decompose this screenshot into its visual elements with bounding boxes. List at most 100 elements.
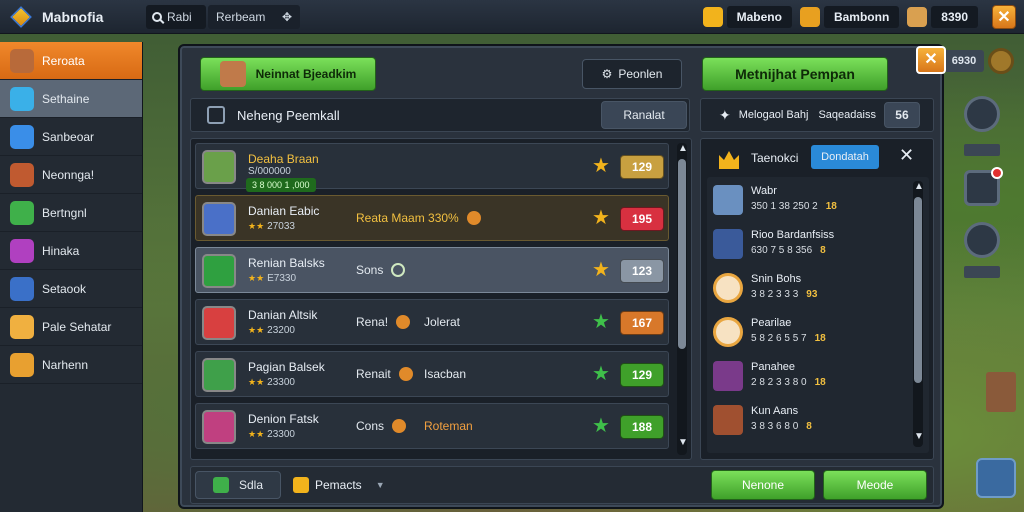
- player-row[interactable]: Danian Eabic ★★ 27033 Reata Maam 330% ★ 195: [195, 195, 669, 241]
- sidebar-item[interactable]: Narhenn: [0, 346, 142, 384]
- right-header: ✦ Melogaol Bahj Saqeadaiss 56: [700, 98, 934, 132]
- favorite-star-icon[interactable]: ★: [592, 364, 610, 384]
- sidebar-item[interactable]: Pale Sehatar: [0, 308, 142, 346]
- gold-resource[interactable]: Mabeno: [702, 5, 792, 28]
- player-row[interactable]: Denion Fatsk ★★ 23300 Cons Roteman ★ 188: [195, 403, 669, 449]
- panel-close-button[interactable]: ✕: [916, 46, 946, 74]
- ranking-entry[interactable]: Kun Aans 3 8 3 6 8 0 8: [713, 401, 913, 441]
- ranking-entry[interactable]: Pearilae 5 8 2 6 5 5 7 18: [713, 313, 913, 353]
- hero-tab-button[interactable]: Neinnat Bjeadkim: [200, 57, 376, 91]
- world-action-button[interactable]: [976, 458, 1016, 498]
- main-panel: Neinnat Bjeadkim ⚙ Peonlen Metnijhat Pem…: [178, 44, 946, 509]
- favorite-star-icon[interactable]: ★: [592, 416, 610, 436]
- ranking-entry-stats: 630 7 5 8 356 8: [751, 245, 826, 256]
- scroll-down-icon[interactable]: ▼: [678, 437, 688, 448]
- bottom-button-1[interactable]: Nenone: [711, 470, 815, 500]
- row-action[interactable]: Reata Maam 330%: [356, 211, 489, 225]
- hand-icon: [10, 314, 34, 339]
- player-sub-line: ★★ 23300: [248, 429, 295, 440]
- ranking-tab[interactable]: Dondatah: [811, 145, 879, 169]
- location-selector[interactable]: Rerbeam ✥: [208, 4, 300, 29]
- world-profile-label: [964, 144, 1000, 156]
- skull-avatar-icon: [713, 273, 743, 303]
- shield-gold-icon: [293, 477, 309, 493]
- ranking-list: Kun Aans 3 8 3 6 8 0 8 Panahee 2 8 2 3 3 8 0…: [707, 177, 929, 453]
- world-quest-button[interactable]: [964, 167, 1003, 206]
- world-chat-button[interactable]: [964, 222, 1000, 258]
- right-head-count[interactable]: 56: [883, 102, 920, 128]
- favorite-star-icon[interactable]: ★: [592, 156, 610, 176]
- favorite-star-icon[interactable]: ★: [592, 312, 610, 332]
- ranking-scroll-down-icon[interactable]: ▼: [914, 431, 924, 442]
- ranking-entry[interactable]: Rioo Bardanfsiss 630 7 5 8 356 8: [713, 225, 913, 265]
- warrior-avatar-icon: [713, 405, 743, 435]
- ranking-close-icon[interactable]: ✕: [899, 145, 914, 166]
- gem-resource[interactable]: 8390: [907, 5, 978, 28]
- player-row[interactable]: Deaha Braan S/000000 3 8 000 1 ,000 ★ 129: [195, 143, 669, 192]
- sidebar-item[interactable]: Sanbeoar: [0, 118, 142, 156]
- ranking-entry[interactable]: Wabr 350 1 38 250 2 18: [713, 181, 913, 221]
- list-scrollbar[interactable]: [677, 143, 687, 455]
- treasure-resource[interactable]: Bambonn: [799, 5, 900, 28]
- player-name: Pagian Balsek: [248, 360, 325, 374]
- row-action[interactable]: Sons: [356, 263, 413, 277]
- favorite-star-icon[interactable]: ★: [592, 260, 610, 280]
- filter-button[interactable]: ⚙ Peonlen: [582, 59, 682, 89]
- player-sub: 23300: [267, 377, 295, 388]
- favorite-star-icon[interactable]: ★: [592, 208, 610, 228]
- row-action[interactable]: Rena!: [356, 315, 418, 329]
- crown-icon: [719, 151, 739, 169]
- ranking-scrollbar[interactable]: [913, 181, 923, 447]
- dropdown-icon: ▼: [375, 480, 385, 490]
- ranking-entry[interactable]: Panahee 2 8 2 3 3 8 0 18: [713, 357, 913, 397]
- list-header: Neheng Peemkall Ranalat: [190, 98, 690, 132]
- world-medal-icon[interactable]: [988, 48, 1014, 74]
- row-secondary-action[interactable]: Roteman: [424, 419, 473, 433]
- sidebar-item[interactable]: Neonnga!: [0, 156, 142, 194]
- list-action-button[interactable]: Ranalat: [601, 101, 687, 129]
- player-row[interactable]: Renian Balsks ★★ E7330 Sons ★ 123: [195, 247, 669, 293]
- sidebar-item[interactable]: Setaook: [0, 270, 142, 308]
- action-token-icon: [396, 315, 411, 329]
- list-scroll-thumb[interactable]: [678, 159, 686, 349]
- ranking-entry-name: Rioo Bardanfsiss: [751, 229, 835, 241]
- sidebar-item[interactable]: Hinaka: [0, 232, 142, 270]
- row-action[interactable]: Renait: [356, 367, 421, 381]
- world-profile-button[interactable]: [964, 96, 1000, 132]
- player-sub-line: ★★ 23300: [248, 377, 295, 388]
- ranking-entry-stats: 5 8 2 6 5 5 7 18: [751, 333, 826, 344]
- player-row[interactable]: Danian Altsik ★★ 23200 Rena! Jolerat ★ 167: [195, 299, 669, 345]
- bottom-left-chip[interactable]: Sdla: [195, 471, 281, 499]
- player-sub: 23200: [267, 325, 295, 336]
- confirm-top-button[interactable]: Metnijhat Pempan: [702, 57, 888, 91]
- sidebar-item-label: Narhenn: [42, 357, 89, 372]
- sidebar-item-label: Hinaka: [42, 243, 80, 258]
- row-secondary-action[interactable]: Jolerat: [424, 315, 460, 329]
- gem-value: 8390: [931, 5, 978, 28]
- sidebar-item[interactable]: Sethaine: [0, 80, 142, 118]
- list-icon: [207, 106, 225, 124]
- ranking-entry-value: 18: [814, 377, 826, 388]
- check-icon: [212, 477, 229, 493]
- sidebar-item[interactable]: Bertngnl: [0, 194, 142, 232]
- close-icon[interactable]: ✕: [992, 5, 1016, 29]
- bottom-mid-chip[interactable]: Pemacts ▼: [293, 477, 385, 493]
- row-secondary-action[interactable]: Isacban: [424, 367, 466, 381]
- ranking-scroll-up-icon[interactable]: ▲: [914, 181, 924, 192]
- action-token-icon: [466, 211, 481, 225]
- skull-avatar-icon: [713, 317, 743, 347]
- ranking-entry-stats: 350 1 38 250 2 18: [751, 201, 837, 212]
- bottom-button-2[interactable]: Meode: [823, 470, 927, 500]
- search-box[interactable]: Rabi: [146, 4, 206, 29]
- player-sub-line: ★★ E7330: [248, 273, 296, 284]
- row-action[interactable]: Cons: [356, 419, 414, 433]
- ranking-scroll-thumb[interactable]: [914, 197, 922, 383]
- scroll-up-icon[interactable]: ▲: [678, 143, 688, 154]
- action-token-icon: [391, 263, 406, 277]
- sidebar-item[interactable]: Reroata: [0, 42, 142, 80]
- ranking-entry[interactable]: Snin Bohs 3 8 2 3 3 3 93: [713, 269, 913, 309]
- notification-dot-icon: [991, 167, 1003, 179]
- player-row[interactable]: Pagian Balsek ★★ 23300 Renait Isacban ★ 129: [195, 351, 669, 397]
- hero-avatar-icon: [10, 48, 34, 73]
- ranking-entry-name: Wabr: [751, 185, 777, 197]
